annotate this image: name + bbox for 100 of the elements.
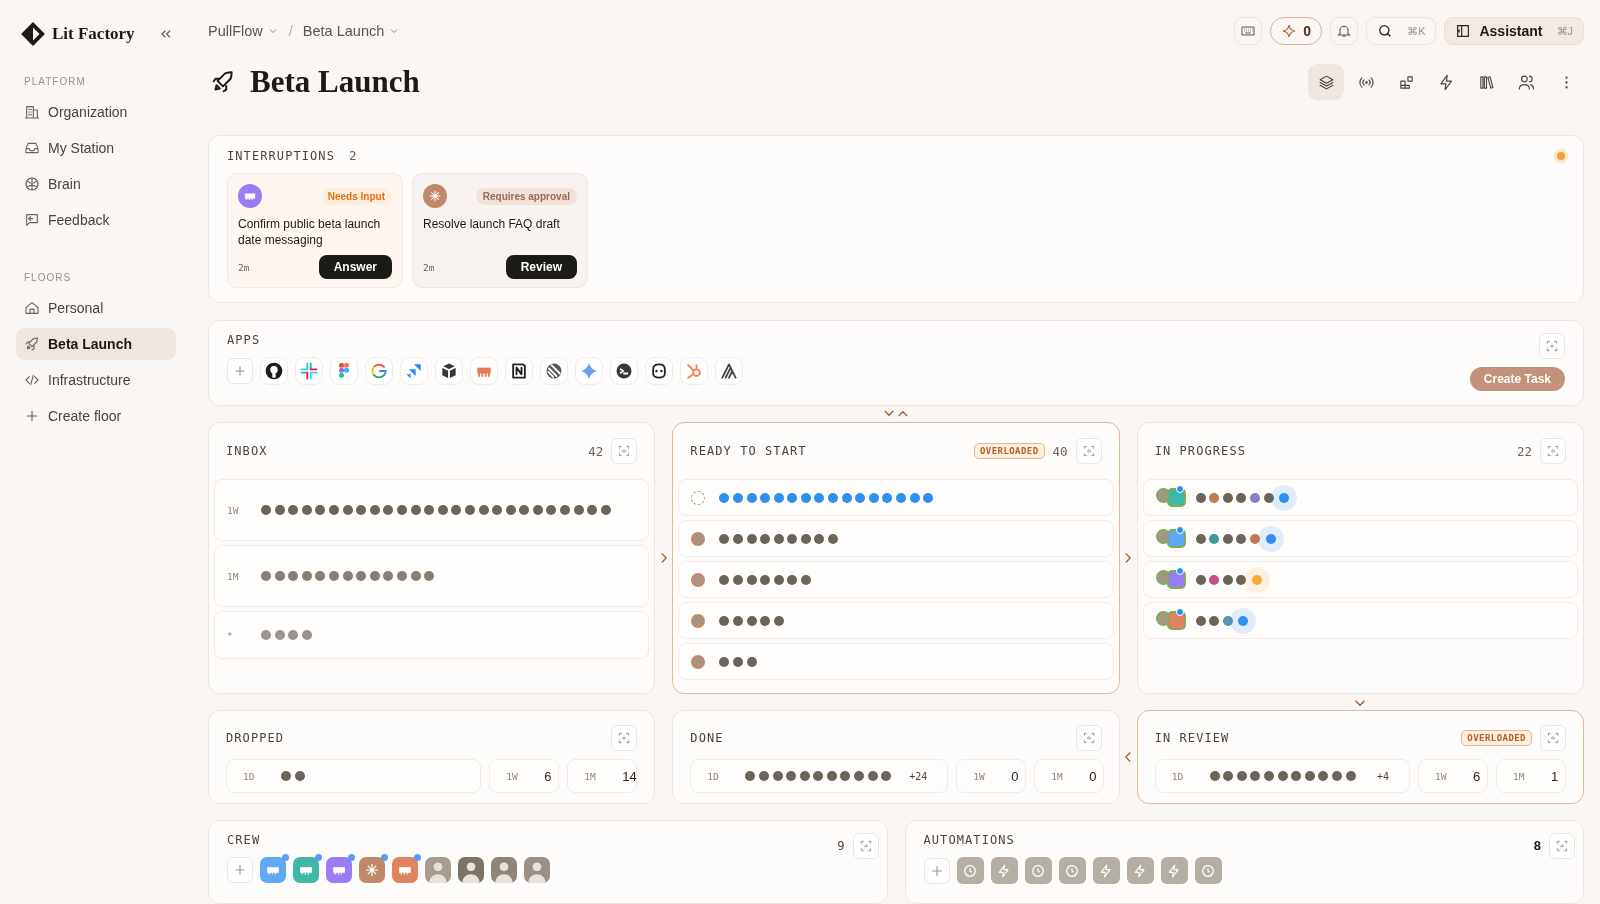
app-icon[interactable] bbox=[260, 357, 288, 385]
focus-button[interactable] bbox=[1540, 438, 1566, 464]
view-tab[interactable] bbox=[1308, 64, 1344, 100]
add-button[interactable] bbox=[923, 857, 950, 884]
bolt-automation-button[interactable] bbox=[990, 857, 1018, 884]
bolt-automation-button[interactable] bbox=[1126, 857, 1154, 884]
add-button[interactable] bbox=[227, 857, 253, 883]
task-row[interactable] bbox=[678, 561, 1114, 598]
agent-avatar[interactable] bbox=[260, 857, 286, 883]
period-value: 14 bbox=[622, 768, 637, 784]
bolt-icon bbox=[1098, 862, 1114, 879]
focus-button[interactable] bbox=[1549, 833, 1575, 859]
sidebar-item[interactable]: Organization bbox=[16, 96, 176, 128]
agent-avatar[interactable] bbox=[359, 857, 385, 883]
sidebar-item[interactable]: Brain bbox=[16, 168, 176, 200]
bolt-automation-button[interactable] bbox=[1092, 857, 1120, 884]
task-row[interactable] bbox=[678, 520, 1114, 557]
agent-avatar[interactable] bbox=[293, 857, 319, 883]
keyboard-button[interactable] bbox=[1234, 17, 1263, 45]
task-row[interactable] bbox=[678, 643, 1114, 680]
column-title: DONE bbox=[690, 731, 724, 745]
item-count: 8 bbox=[1533, 837, 1541, 855]
task-row[interactable] bbox=[1142, 602, 1578, 639]
person-avatar[interactable] bbox=[425, 857, 451, 883]
focus-icon bbox=[1081, 731, 1096, 745]
item-count: 40 bbox=[1052, 443, 1068, 459]
sidebar-item[interactable]: My Station bbox=[16, 132, 176, 164]
credits-button[interactable]: 0 bbox=[1270, 17, 1323, 45]
focus-button[interactable] bbox=[1075, 725, 1102, 751]
period-label: 1D bbox=[1171, 770, 1185, 782]
focus-button[interactable] bbox=[1075, 438, 1102, 464]
clock-icon bbox=[1200, 862, 1216, 879]
focus-button[interactable] bbox=[611, 438, 638, 464]
period-label: 1M bbox=[1513, 770, 1526, 782]
app-icon[interactable] bbox=[435, 357, 463, 385]
column-title: DROPPED bbox=[226, 731, 285, 745]
agent-avatar[interactable] bbox=[326, 857, 352, 883]
sidebar-item[interactable]: Infrastructure bbox=[16, 364, 176, 396]
person-avatar[interactable] bbox=[458, 857, 484, 883]
app-icon[interactable] bbox=[610, 357, 638, 385]
focus-button[interactable] bbox=[611, 725, 638, 751]
breadcrumb-link[interactable]: PullFlow bbox=[208, 23, 279, 39]
layers-icon bbox=[1317, 73, 1335, 91]
app-icon[interactable] bbox=[540, 357, 568, 385]
column-title: IN REVIEW bbox=[1154, 731, 1230, 745]
action-button[interactable]: Answer bbox=[318, 255, 392, 279]
focus-icon bbox=[617, 731, 632, 745]
person-avatar[interactable] bbox=[491, 857, 517, 883]
focus-icon bbox=[1545, 339, 1559, 353]
blocks-icon bbox=[1397, 73, 1415, 91]
person-avatar[interactable] bbox=[524, 857, 550, 883]
focus-icon bbox=[1546, 444, 1560, 458]
sidebar-item[interactable]: Create floor bbox=[16, 400, 176, 432]
task-row[interactable] bbox=[678, 602, 1114, 639]
section-title: INTERRUPTIONS bbox=[227, 148, 335, 163]
app-icon[interactable] bbox=[645, 357, 673, 385]
period-value: 0 bbox=[1089, 768, 1097, 784]
focus-icon bbox=[1555, 839, 1569, 853]
task-row[interactable]: 1W bbox=[214, 479, 650, 541]
column-title: READY TO START bbox=[690, 444, 807, 458]
period-value: 6 bbox=[1473, 768, 1481, 784]
sidebar-item[interactable]: Personal bbox=[16, 292, 176, 324]
app-icon[interactable] bbox=[505, 357, 533, 385]
sidebar-item[interactable]: Beta Launch bbox=[16, 328, 176, 360]
focus-button[interactable] bbox=[1540, 725, 1566, 751]
nav-icon bbox=[24, 300, 40, 316]
bolt-icon bbox=[1132, 862, 1148, 879]
focus-button[interactable] bbox=[1539, 333, 1565, 359]
nav-icon bbox=[24, 176, 40, 192]
assistant-button[interactable]: Assistant ⌘J bbox=[1444, 17, 1584, 45]
side-panel-icon bbox=[1455, 23, 1472, 39]
focus-icon bbox=[1081, 444, 1096, 458]
clock-automation-button[interactable] bbox=[1024, 857, 1052, 884]
add-button[interactable] bbox=[227, 358, 253, 384]
clock-automation-button[interactable] bbox=[1058, 857, 1086, 884]
section-title: AUTOMATIONS bbox=[923, 833, 1016, 847]
interruption-text: Confirm public beta launch date messaging bbox=[238, 216, 382, 249]
period-value: 0 bbox=[1011, 768, 1019, 784]
period-value: 6 bbox=[544, 768, 552, 784]
plus-icon bbox=[232, 862, 248, 878]
focus-button[interactable] bbox=[852, 833, 879, 859]
app-icon[interactable] bbox=[715, 357, 743, 385]
clock-automation-button[interactable] bbox=[1194, 857, 1222, 884]
task-row[interactable] bbox=[1142, 520, 1578, 557]
task-row[interactable]: 1M bbox=[214, 545, 650, 607]
task-row[interactable] bbox=[1142, 561, 1578, 598]
sidebar-item[interactable]: Feedback bbox=[16, 204, 176, 236]
task-row[interactable] bbox=[1142, 479, 1578, 516]
notifications-button[interactable] bbox=[1330, 17, 1359, 45]
action-button[interactable]: Review bbox=[505, 255, 577, 279]
task-row[interactable]: * bbox=[214, 611, 650, 659]
breadcrumb-link[interactable]: Beta Launch bbox=[302, 23, 401, 39]
agent-avatar[interactable] bbox=[392, 857, 418, 883]
task-row[interactable] bbox=[678, 479, 1114, 516]
chevron-down-icon bbox=[1353, 699, 1367, 708]
clock-automation-button[interactable] bbox=[956, 857, 984, 884]
bolt-icon bbox=[996, 862, 1012, 879]
bolt-automation-button[interactable] bbox=[1160, 857, 1188, 884]
nav-icon bbox=[24, 336, 40, 352]
sparkle-icon bbox=[1281, 23, 1298, 39]
